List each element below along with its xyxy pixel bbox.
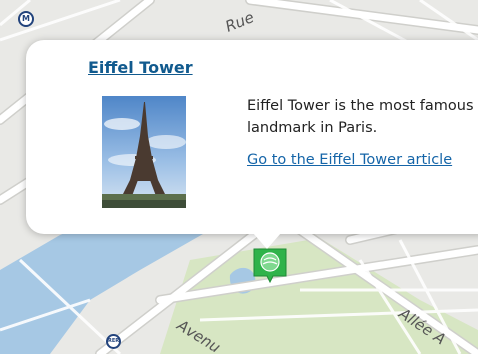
info-popup: Eiffel Tower Eiffel Tower is the most fa… <box>26 40 478 234</box>
rer-station-icon[interactable]: RER <box>106 334 121 349</box>
metro-station-icon[interactable]: M <box>18 11 34 27</box>
popup-title-link[interactable]: Eiffel Tower <box>88 58 193 77</box>
popup-pointer <box>253 233 281 249</box>
article-link[interactable]: Go to the Eiffel Tower article <box>247 152 452 168</box>
landmark-photo[interactable] <box>102 96 186 208</box>
popup-description: Eiffel Tower is the most famous landmark… <box>247 98 474 136</box>
map-view[interactable]: Rue Avenu Allée A M RER Eiffel Tower Eif… <box>0 0 478 354</box>
map-pin-icon[interactable] <box>251 246 289 286</box>
